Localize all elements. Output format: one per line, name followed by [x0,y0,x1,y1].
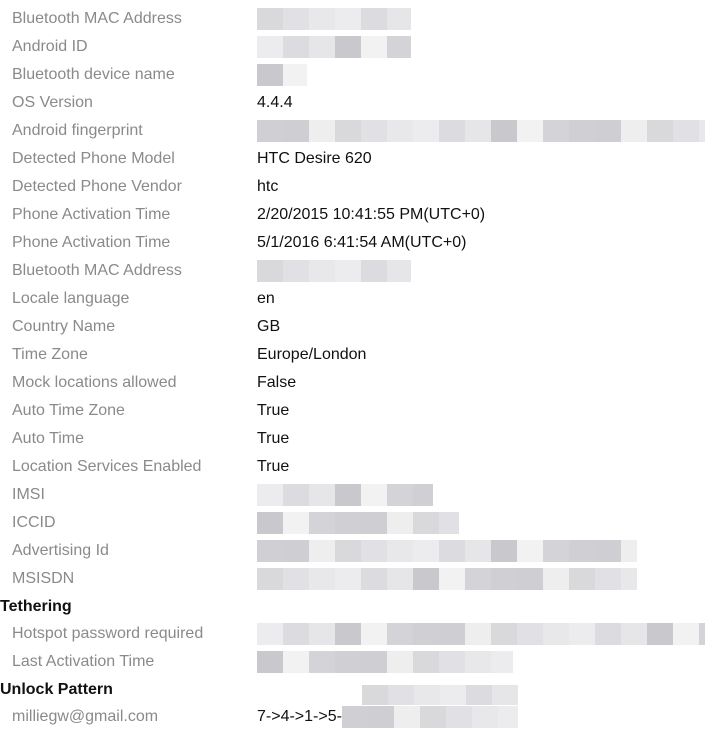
redacted-value [257,540,637,562]
row-label: Auto Time Zone [12,402,125,419]
row-label: Auto Time [12,430,85,447]
row-value: 2/20/2015 10:41:55 PM(UTC+0) [257,206,486,223]
row-value: en [257,290,275,307]
row-label: OS Version [12,94,93,111]
row-msisdn: MSISDN [0,565,714,593]
row-value: HTC Desire 620 [257,150,372,167]
row-label: Last Activation Time [12,653,155,670]
row-time-zone: Time Zone Europe/London [0,341,714,369]
row-phone-activation-time: Phone Activation Time 5/1/2016 6:41:54 A… [0,229,714,257]
redacted-value [257,260,411,282]
row-detected-phone-vendor: Detected Phone Vendor htc [0,173,714,201]
row-label: Country Name [12,318,116,335]
row-auto-time: Auto Time True [0,425,714,453]
row-mock-locations-allowed: Mock locations allowed False [0,369,714,397]
row-value: True [257,458,290,475]
row-label: Detected Phone Model [12,150,175,167]
row-value: True [257,430,290,447]
row-value: 7->4->1->5- [257,708,342,725]
row-last-activation-time: Last Activation Time [0,648,714,676]
row-label: Bluetooth device name [12,66,175,83]
row-imsi: IMSI [0,481,714,509]
row-os-version: OS Version 4.4.4 [0,89,714,117]
redacted-value [257,120,705,142]
row-value: True [257,402,290,419]
redacted-value [257,623,705,645]
row-label: Mock locations allowed [12,374,177,391]
row-android-id: Android ID [0,33,714,61]
row-label: MSISDN [12,570,75,587]
row-value: 4.4.4 [257,94,293,111]
row-label: Android ID [12,38,88,55]
row-label: Android fingerprint [12,122,143,139]
row-bluetooth-mac-address: Bluetooth MAC Address [0,5,714,33]
row-label: Phone Activation Time [12,234,171,251]
row-auto-time-zone: Auto Time Zone True [0,397,714,425]
redacted-value [257,651,513,673]
row-value: htc [257,178,279,195]
row-label: Location Services Enabled [12,458,202,475]
redacted-value [257,568,637,590]
redacted-value [257,8,411,30]
redacted-value [257,512,459,534]
row-label: Bluetooth MAC Address [12,10,182,27]
row-label: Bluetooth MAC Address [12,262,182,279]
row-locale-language: Locale language en [0,285,714,313]
row-unlock-pattern-account: milliegw@gmail.com 7->4->1->5- [0,703,714,731]
row-label: Time Zone [12,346,88,363]
row-label: Advertising Id [12,542,109,559]
section-heading-tethering: Tethering [0,598,72,615]
row-value: 5/1/2016 6:41:54 AM(UTC+0) [257,234,467,251]
redacted-value [362,685,518,705]
row-label: Locale language [12,290,130,307]
row-label: ICCID [12,514,56,531]
row-label: Hotspot password required [12,625,204,642]
redacted-value [342,706,518,728]
row-location-services-enabled: Location Services Enabled True [0,453,714,481]
row-label: IMSI [12,486,45,503]
row-country-name: Country Name GB [0,313,714,341]
row-value: GB [257,318,281,335]
row-bluetooth-mac-address: Bluetooth MAC Address [0,257,714,285]
row-value: Europe/London [257,346,367,363]
redacted-value [257,484,433,506]
redacted-value [257,64,307,86]
row-bluetooth-device-name: Bluetooth device name [0,61,714,89]
row-iccid: ICCID [0,509,714,537]
row-label: Phone Activation Time [12,206,171,223]
row-android-fingerprint: Android fingerprint [0,117,714,145]
row-label: milliegw@gmail.com [12,708,159,725]
section-heading-unlock-pattern: Unlock Pattern [0,681,113,698]
row-detected-phone-model: Detected Phone Model HTC Desire 620 [0,145,714,173]
device-info-panel: Bluetooth MAC Address Android ID Bluetoo… [0,0,714,744]
row-label: Detected Phone Vendor [12,178,182,195]
row-phone-activation-time: Phone Activation Time 2/20/2015 10:41:55… [0,201,714,229]
row-hotspot-password-required: Hotspot password required [0,620,714,648]
redacted-value [257,36,411,58]
row-value: False [257,374,297,391]
row-advertising-id: Advertising Id [0,537,714,565]
